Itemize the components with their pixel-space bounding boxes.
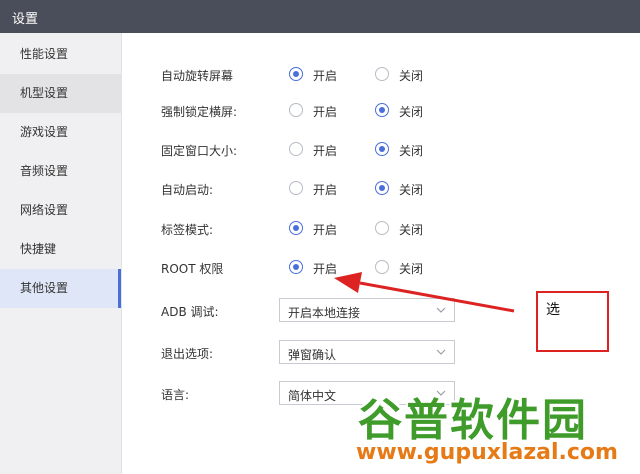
annotation-box: 选 — [536, 291, 609, 352]
watermark-url: www.gupuxlazal.com — [356, 440, 618, 465]
annotation-text: 选 — [546, 302, 560, 318]
watermark-text: 谷普软件园 — [358, 395, 588, 446]
